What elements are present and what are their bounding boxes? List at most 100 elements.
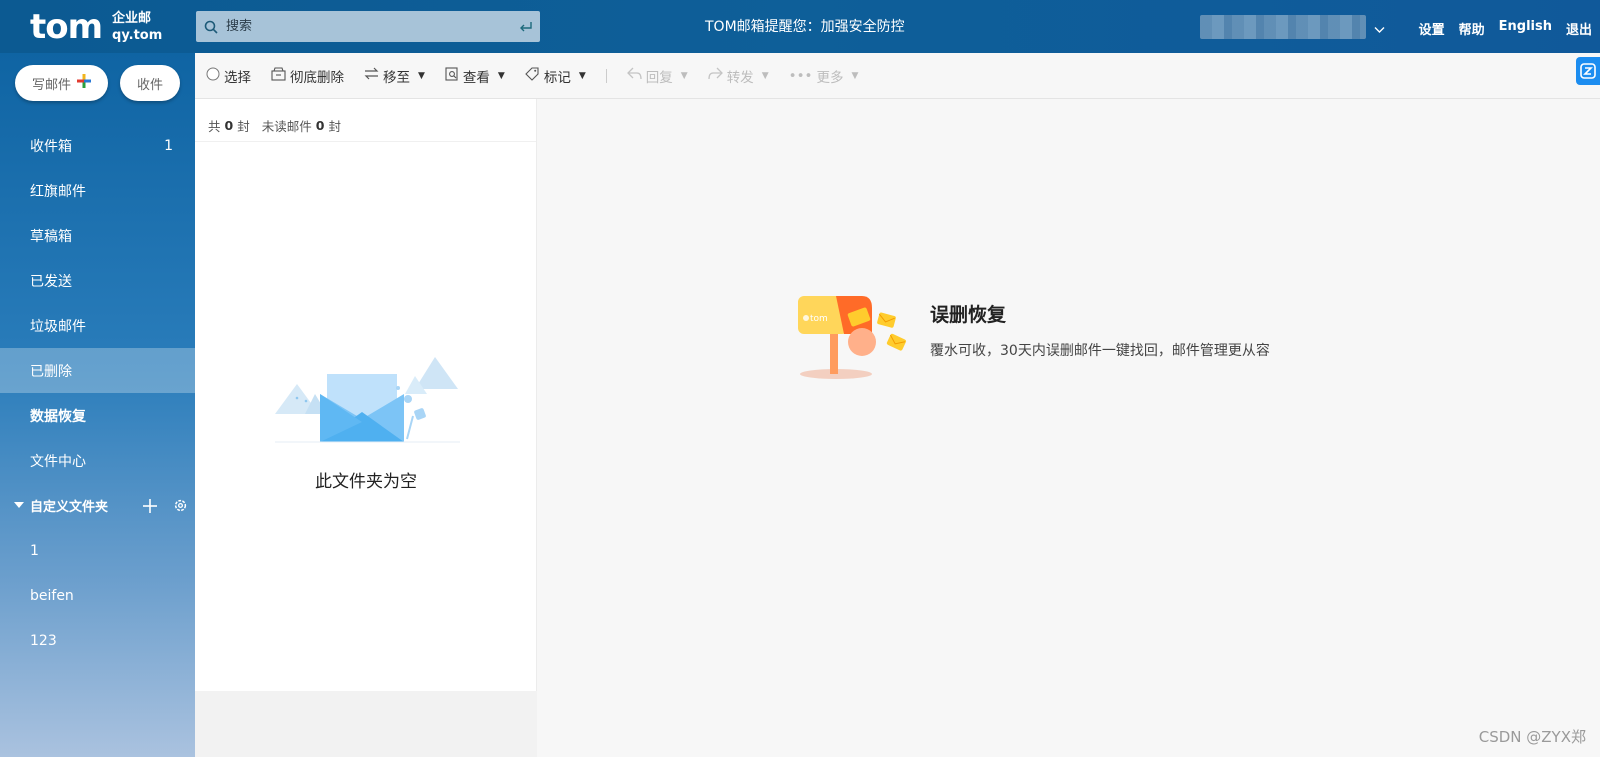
reading-pane: tom 误删恢复 覆水可收，30天内误删邮件一键找回，邮件管理更从容 CSDN … <box>538 99 1600 757</box>
radio-icon <box>206 67 220 85</box>
view-icon <box>445 66 459 85</box>
top-links: 设置 帮助 English 退出 <box>1419 19 1592 38</box>
sidebar: 写邮件 收件 收件箱 1 红旗邮件 草稿箱 已发送 垃圾邮件 已删除 数据恢复 … <box>0 53 195 757</box>
move-to-label: 移至 <box>383 69 410 86</box>
more-button[interactable]: ••• 更多 ▼ <box>789 66 859 86</box>
triangle-down-icon: ▼ <box>851 70 859 81</box>
sidebar-item-custom-1[interactable]: 1 <box>0 528 195 573</box>
sidebar-item-label: 收件箱 <box>30 138 72 155</box>
recovery-promo-description: 覆水可收，30天内误删邮件一键找回，邮件管理更从容 <box>930 343 1270 359</box>
plus-color-icon <box>77 74 91 92</box>
reply-icon <box>626 67 642 84</box>
delete-forever-button[interactable]: 彻底删除 <box>271 66 344 86</box>
trash-icon <box>271 66 286 85</box>
search-input[interactable] <box>226 11 512 42</box>
sidebar-item-drafts[interactable]: 草稿箱 <box>0 213 195 258</box>
mail-list: 共 0 封 未读邮件 0 封 此文件夹为空 <box>195 99 537 691</box>
caret-down-icon[interactable] <box>14 498 24 513</box>
sidebar-item-label: 已发送 <box>30 273 72 290</box>
toolbar: 选择 彻底删除 移至 ▼ 查看 ▼ 标记 ▼ 回复 ▼ 转发 ▼ ••• 更多 … <box>195 53 1600 99</box>
sidebar-item-label: 草稿箱 <box>30 228 72 245</box>
mail-list-footer <box>195 691 537 757</box>
help-link[interactable]: 帮助 <box>1459 19 1485 38</box>
add-folder-icon[interactable] <box>135 498 165 513</box>
select-button[interactable]: 选择 <box>206 66 251 86</box>
compose-button[interactable]: 写邮件 <box>15 65 108 101</box>
sidebar-item-label: 红旗邮件 <box>30 183 86 200</box>
logout-link[interactable]: 退出 <box>1566 19 1592 38</box>
mail-count-bar: 共 0 封 未读邮件 0 封 <box>195 99 536 142</box>
logo[interactable]: tom 企业邮 qy.tom <box>30 6 162 48</box>
forward-icon <box>708 67 723 84</box>
mark-button[interactable]: 标记 ▼ <box>525 66 586 86</box>
mailbox-illustration: tom <box>796 294 911 388</box>
compose-row: 写邮件 收件 <box>15 65 180 101</box>
sidebar-item-custom-123[interactable]: 123 <box>0 618 195 663</box>
sidebar-item-flagged[interactable]: 红旗邮件 <box>0 168 195 213</box>
logo-subtitle-line1: 企业邮 <box>112 11 152 26</box>
user-account-blurred[interactable] <box>1200 15 1366 39</box>
more-dots-icon: ••• <box>788 67 813 84</box>
unread-count: 0 <box>315 117 325 133</box>
view-button[interactable]: 查看 ▼ <box>445 66 505 86</box>
toolbar-divider <box>605 68 607 83</box>
empty-folder-message: 此文件夹为空 <box>315 472 417 492</box>
more-label: 更多 <box>816 69 844 86</box>
sidebar-item-file-center[interactable]: 文件中心 <box>0 438 195 483</box>
forward-label: 转发 <box>726 69 754 86</box>
sidebar-item-spam[interactable]: 垃圾邮件 <box>0 303 195 348</box>
logo-subtitle-line2: qy.tom <box>112 28 163 43</box>
settings-link[interactable]: 设置 <box>1419 19 1445 38</box>
watermark: CSDN @ZYX郑 <box>1478 728 1586 746</box>
mailbox-brand-text: tom <box>810 314 828 324</box>
triangle-down-icon: ▼ <box>680 70 688 81</box>
sidebar-item-label: 已删除 <box>30 363 72 380</box>
sidebar-item-label: beifen <box>30 587 74 604</box>
move-to-button[interactable]: 移至 ▼ <box>364 66 425 86</box>
top-bar: tom 企业邮 qy.tom TOM邮箱提醒您：加强安全防控 设置 帮助 Eng… <box>0 0 1600 53</box>
triangle-down-icon: ▼ <box>761 70 769 81</box>
sidebar-item-data-recovery[interactable]: 数据恢复 <box>0 393 195 438</box>
enter-icon[interactable] <box>512 21 540 33</box>
sidebar-item-label: 文件中心 <box>30 453 86 470</box>
gear-icon[interactable] <box>165 498 195 513</box>
empty-folder-illustration <box>275 354 465 453</box>
logo-subtitle: 企业邮 qy.tom <box>112 10 162 44</box>
search-box <box>196 11 540 42</box>
reply-button[interactable]: 回复 ▼ <box>626 66 688 86</box>
unread-prefix: 未读邮件 <box>261 118 312 134</box>
sidebar-item-label: 垃圾邮件 <box>30 318 86 335</box>
english-link[interactable]: English <box>1499 19 1552 38</box>
triangle-down-icon: ▼ <box>497 70 505 81</box>
swap-icon <box>364 67 379 84</box>
select-label: 选择 <box>224 69 251 86</box>
unread-unit: 封 <box>328 118 341 134</box>
sidebar-item-deleted[interactable]: 已删除 <box>0 348 195 393</box>
folder-nav: 收件箱 1 红旗邮件 草稿箱 已发送 垃圾邮件 已删除 数据恢复 文件中心 自定… <box>0 123 195 663</box>
view-label: 查看 <box>462 69 490 86</box>
logo-text: tom <box>30 7 103 47</box>
total-unit: 封 <box>237 118 250 134</box>
mark-label: 标记 <box>543 69 571 86</box>
sidebar-item-custom-beifen[interactable]: beifen <box>0 573 195 618</box>
custom-folders-header[interactable]: 自定义文件夹 <box>0 483 195 528</box>
sidebar-item-label: 数据恢复 <box>30 408 86 425</box>
sidebar-item-label: 1 <box>30 542 39 559</box>
forward-button[interactable]: 转发 ▼ <box>708 66 769 86</box>
triangle-down-icon: ▼ <box>418 70 425 81</box>
sidebar-item-inbox[interactable]: 收件箱 1 <box>0 123 195 168</box>
sidebar-item-sent[interactable]: 已发送 <box>0 258 195 303</box>
search-icon <box>196 20 226 34</box>
custom-folders-label: 自定义文件夹 <box>30 500 109 515</box>
receive-button[interactable]: 收件 <box>120 65 180 101</box>
inbox-count: 1 <box>164 137 173 154</box>
security-notice: TOM邮箱提醒您：加强安全防控 <box>705 19 905 35</box>
sidebar-toggle-icon[interactable] <box>1576 57 1600 85</box>
reply-label: 回复 <box>645 69 673 86</box>
compose-label: 写邮件 <box>31 77 71 93</box>
sidebar-item-label: 123 <box>30 632 57 649</box>
tag-icon <box>525 66 540 85</box>
chevron-down-icon[interactable] <box>1374 19 1385 38</box>
delete-forever-label: 彻底删除 <box>290 69 344 86</box>
recovery-promo-title: 误删恢复 <box>930 304 1007 326</box>
